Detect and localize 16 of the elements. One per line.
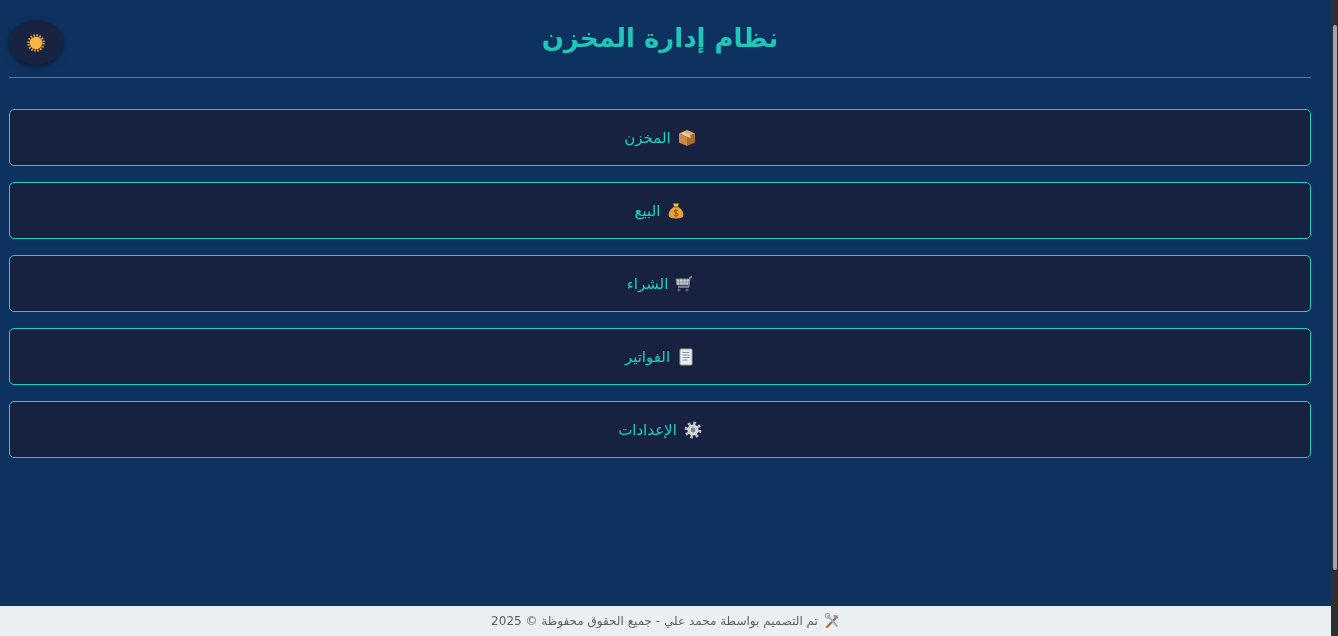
footer-text: تم التصميم بواسطة محمد علي - جميع الحقوق محفوظة © 2025 (491, 614, 818, 628)
scrollbar-thumb[interactable] (1332, 25, 1337, 570)
box-icon (677, 128, 696, 147)
menu-button[interactable]: الإعدادات (9, 401, 1311, 458)
hammer-and-wrench-icon (823, 613, 840, 629)
money-bag-icon (667, 201, 686, 220)
sun-icon (27, 33, 45, 52)
menu-button[interactable]: البيع (9, 182, 1311, 239)
document-icon (677, 347, 696, 366)
gear-icon (683, 420, 702, 439)
shopping-cart-icon (675, 274, 694, 293)
menu-button[interactable]: الشراء (9, 255, 1311, 312)
theme-toggle-button[interactable] (9, 20, 63, 65)
app-title: نظام إدارة المخزن (541, 22, 779, 56)
menu-button[interactable]: المخزن (9, 109, 1311, 166)
menu-button[interactable]: الفواتير (9, 328, 1311, 385)
